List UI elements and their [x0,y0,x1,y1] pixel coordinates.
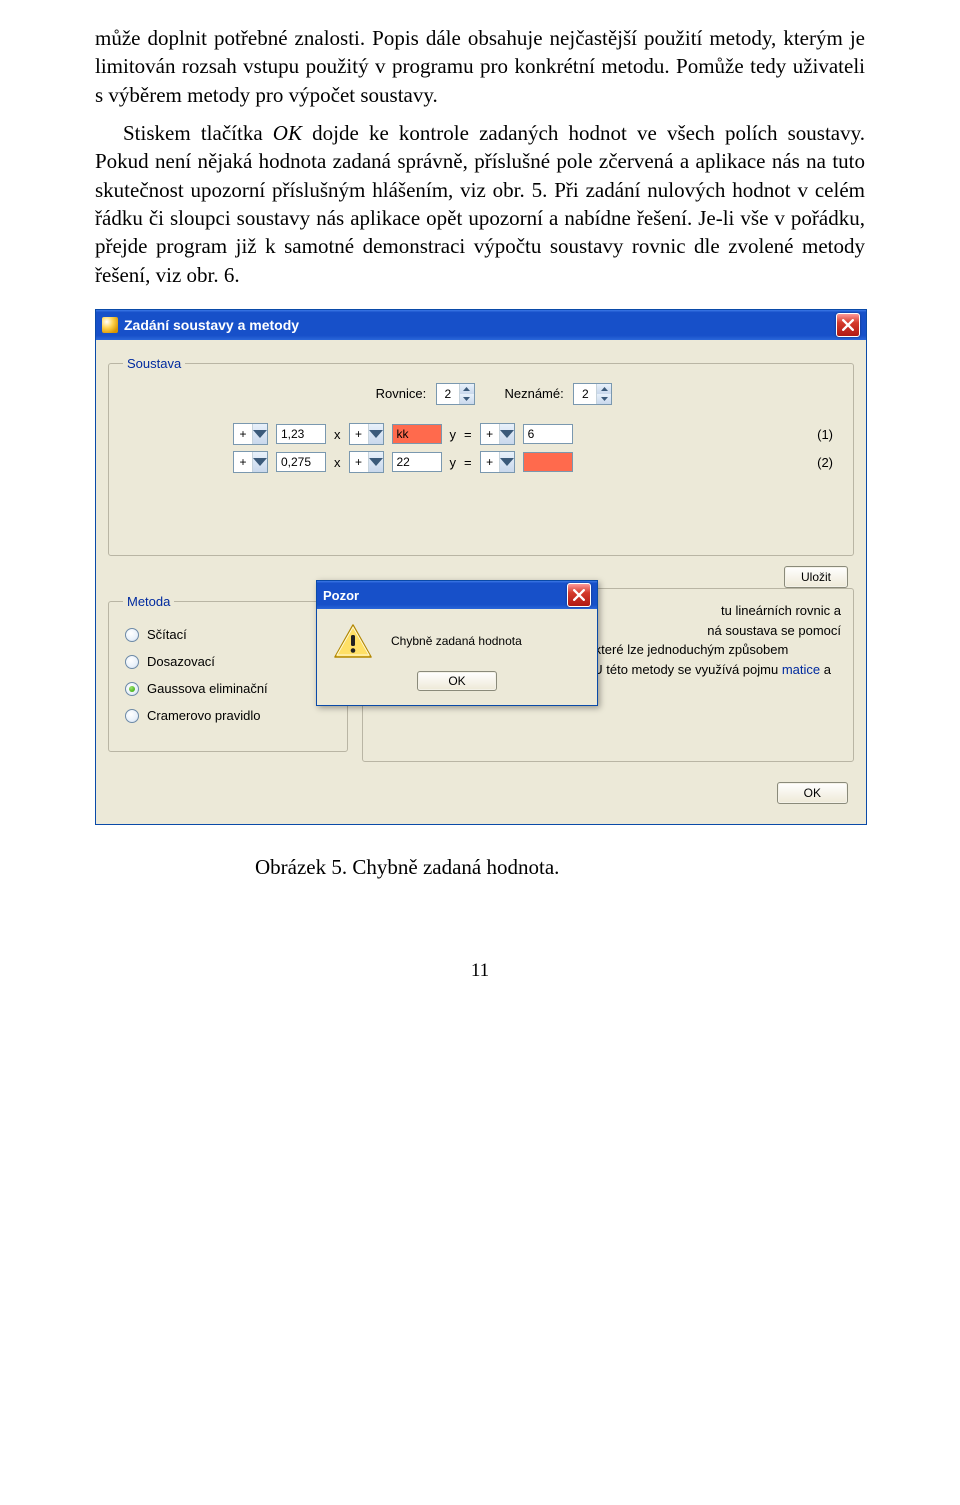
chevron-down-icon[interactable] [499,424,514,444]
metoda-legend: Metoda [123,594,174,609]
coef-b-input[interactable] [392,424,442,444]
chevron-down-icon[interactable] [368,452,383,472]
page-number: 11 [95,960,865,982]
paragraph-2-b: dojde ke kontrole zadaných hodnot ve vše… [95,121,865,287]
method-label: Cramerovo pravidlo [147,708,260,723]
rovnice-value: 2 [437,384,459,404]
save-button[interactable]: Uložit [784,566,848,588]
var-x: x [334,455,341,470]
var-y: y [450,427,457,442]
metoda-group: Metoda Sčítací Dosazovací Gaussova elimi… [108,594,348,752]
spinner-up-icon[interactable] [597,384,611,394]
nezname-spinner[interactable]: 2 [573,383,612,405]
radio-icon [125,628,139,642]
link-matice[interactable]: matice [782,662,820,677]
sign-value: + [234,424,252,444]
main-window: Zadání soustavy a metody Soustava Rovnic… [95,309,867,825]
nezname-label: Neznámé: [504,386,563,401]
equation-row: + x + y = + [233,451,839,473]
sign-value: + [481,452,499,472]
soustava-group: Soustava Rovnice: 2 Neznámé: 2 [108,356,854,556]
nezname-value: 2 [574,384,596,404]
paragraph-2: Stiskem tlačítka OK dojde ke kontrole za… [95,119,865,289]
rovnice-spinner[interactable]: 2 [436,383,475,405]
method-radio[interactable]: Dosazovací [125,654,333,669]
alert-ok-button[interactable]: OK [417,671,496,691]
chevron-down-icon[interactable] [252,424,267,444]
spinner-up-icon[interactable] [460,384,474,394]
rhs-input[interactable] [523,424,573,444]
coef-b-input[interactable] [392,452,442,472]
chevron-down-icon[interactable] [252,452,267,472]
var-x: x [334,427,341,442]
chevron-down-icon[interactable] [368,424,383,444]
chevron-down-icon[interactable] [499,452,514,472]
sign-select[interactable]: + [233,423,268,445]
spinner-down-icon[interactable] [597,394,611,404]
method-radio[interactable]: Sčítací [125,627,333,642]
coef-a-input[interactable] [276,424,326,444]
sign-value: + [350,424,368,444]
close-icon[interactable] [836,313,860,337]
alert-title: Pozor [323,588,359,603]
method-label: Dosazovací [147,654,215,669]
rovnice-label: Rovnice: [376,386,427,401]
paragraph-1: může doplnit potřebné znalosti. Popis dá… [95,24,865,109]
method-label: Gaussova eliminační [147,681,268,696]
close-icon[interactable] [567,583,591,607]
window-title: Zadání soustavy a metody [124,317,299,333]
equals-sign: = [464,427,472,442]
sign-select[interactable]: + [349,423,384,445]
popis-tail-2: ná soustava se pomocí [707,621,841,641]
equation-number: (2) [817,455,839,470]
paragraph-2-a: Stiskem tlačítka [123,121,273,145]
method-label: Sčítací [147,627,187,642]
equation-number: (1) [817,427,839,442]
sign-select[interactable]: + [233,451,268,473]
main-titlebar: Zadání soustavy a metody [96,310,866,340]
warning-icon [333,623,373,659]
alert-dialog: Pozor Chybně zadan [316,580,598,706]
ok-button[interactable]: OK [777,782,848,804]
var-y: y [450,455,457,470]
soustava-legend: Soustava [123,356,185,371]
sign-select[interactable]: + [349,451,384,473]
app-icon [102,317,118,333]
sign-select[interactable]: + [480,423,515,445]
equation-row: + x + y = + [233,423,839,445]
radio-icon [125,682,139,696]
radio-icon [125,709,139,723]
radio-icon [125,655,139,669]
sign-value: + [350,452,368,472]
alert-message: Chybně zadaná hodnota [391,634,522,648]
rhs-input[interactable] [523,452,573,472]
figure-caption: Obrázek 5. Chybně zadaná hodnota. [95,855,865,880]
equals-sign: = [464,455,472,470]
sign-select[interactable]: + [480,451,515,473]
method-radio[interactable]: Cramerovo pravidlo [125,708,333,723]
popis-tail-1: tu lineárních rovnic a [721,601,841,621]
sign-value: + [481,424,499,444]
alert-titlebar: Pozor [317,581,597,609]
spinner-down-icon[interactable] [460,394,474,404]
popis-and: a [820,662,831,677]
coef-a-input[interactable] [276,452,326,472]
sign-value: + [234,452,252,472]
method-radio[interactable]: Gaussova eliminační [125,681,333,696]
ok-italic: OK [273,121,302,145]
